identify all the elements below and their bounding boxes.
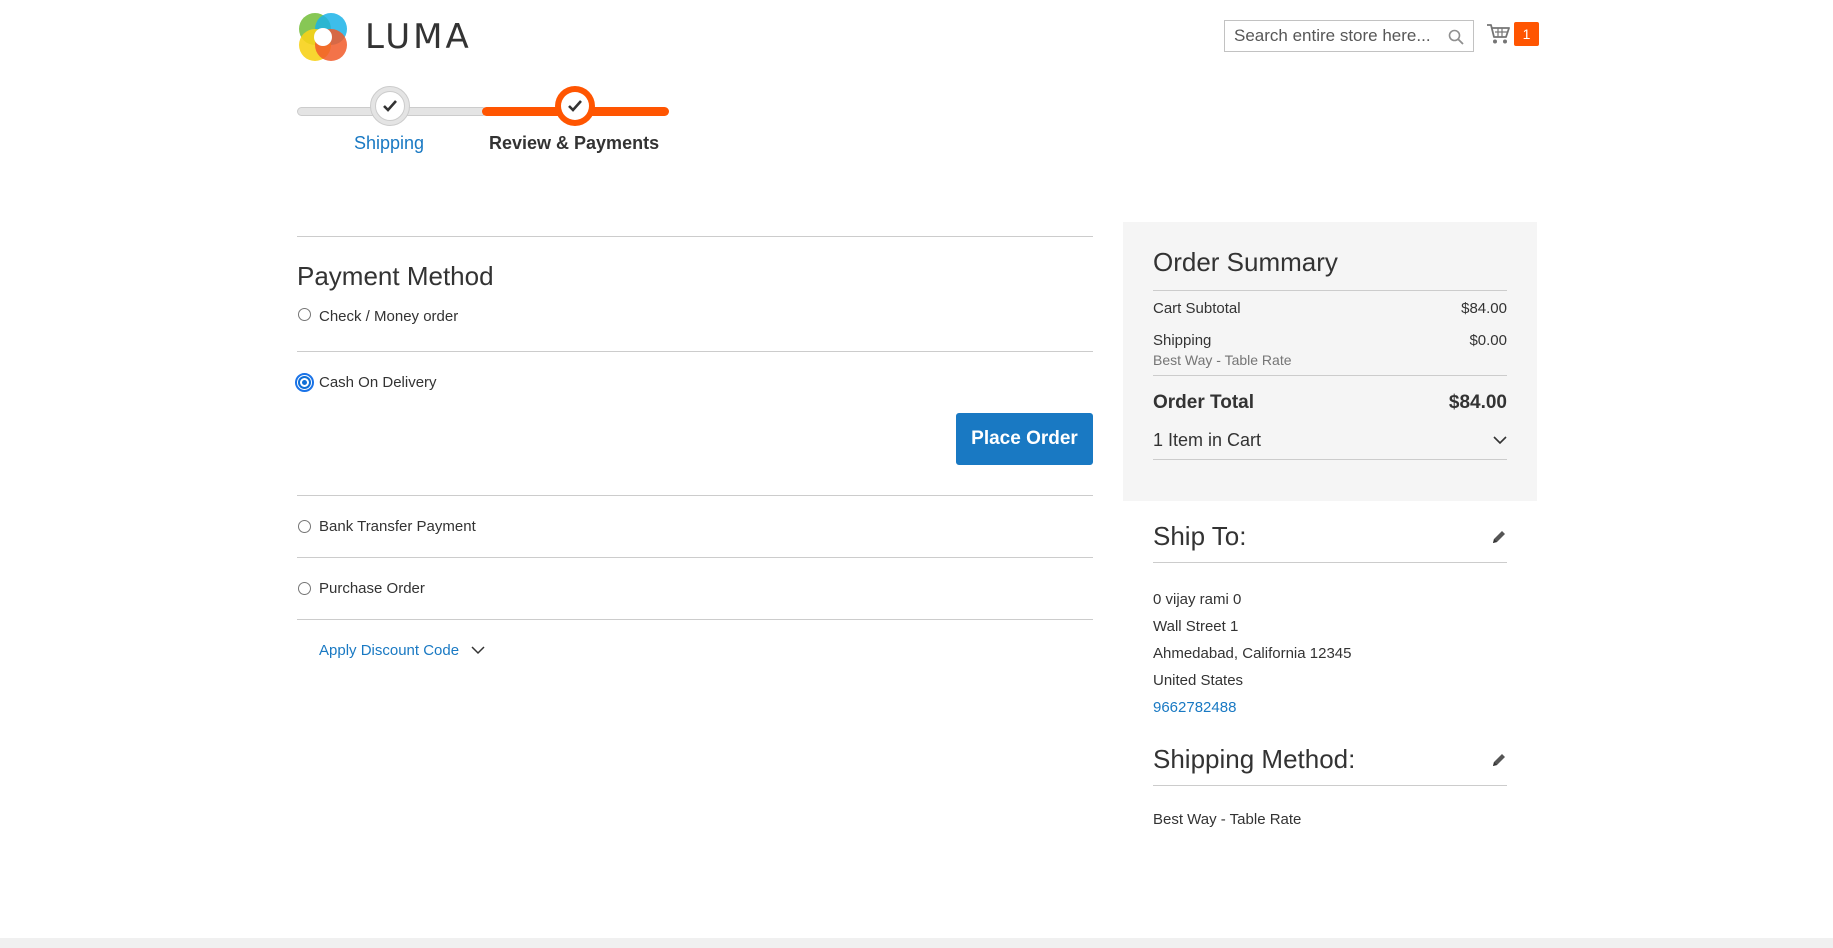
checkmark-icon [568,100,582,112]
payment-option-banktransfer[interactable]: Bank Transfer Payment [297,496,1093,557]
ship-to-block: Ship To: 0 vijay rami 0 Wall Street 1 Ah… [1153,521,1507,721]
shipping-method-header: Shipping Method: [1153,744,1507,786]
payment-option-cod-block: Cash On Delivery Place Order [295,352,1093,495]
search-input[interactable] [1225,21,1473,51]
address-phone-link[interactable]: 9662782488 [1153,694,1507,721]
radio-purchaseorder[interactable] [298,582,311,595]
radio-cod[interactable] [295,373,314,392]
checkout-progress-bar: Shipping Review & Payments [297,86,669,166]
payment-option-label[interactable]: Purchase Order [319,580,425,597]
step-review-label: Review & Payments [489,133,660,153]
address-country: United States [1153,672,1244,689]
search-icon[interactable] [1448,29,1464,45]
shopping-cart-icon[interactable] [1486,23,1510,45]
order-summary-title: Order Summary [1153,247,1507,291]
luma-logo-icon [297,11,349,63]
payment-option-checkmo[interactable]: Check / Money order [297,308,1093,351]
minicart[interactable]: 1 [1486,22,1539,46]
payment-option-cod[interactable]: Cash On Delivery [295,352,1093,413]
chevron-down-icon[interactable] [471,645,485,655]
store-logo[interactable]: LUMA [297,11,472,63]
order-total-row: Order Total $84.00 [1153,392,1507,414]
pencil-edit-icon[interactable] [1491,529,1507,545]
step-shipping-link[interactable]: Shipping [354,133,424,154]
order-summary: Order Summary Cart Subtotal $84.00 Shipp… [1123,222,1537,501]
payment-option-purchaseorder[interactable]: Purchase Order [297,558,1093,619]
items-in-cart-label[interactable]: 1 Item in Cart [1153,430,1261,451]
footer-strip [0,938,1833,948]
address-street: Wall Street 1 [1153,618,1239,635]
shipping-method-title: Shipping Method: [1153,744,1356,774]
payment-option-label[interactable]: Bank Transfer Payment [319,518,476,535]
payment-option-label[interactable]: Cash On Delivery [319,374,437,391]
radio-checkmo[interactable] [298,308,311,321]
cart-subtotal-row: Cart Subtotal $84.00 [1153,300,1507,317]
address-name: 0 vijay rami 0 [1153,591,1242,608]
place-order-button[interactable]: Place Order [956,413,1093,465]
discount-toggle[interactable]: Apply Discount Code [319,620,1093,680]
divider [297,236,1093,237]
shipping-method-block: Shipping Method: Best Way - Table Rate [1153,744,1507,828]
step-review-marker [555,86,595,126]
search-box[interactable] [1224,20,1474,52]
radio-banktransfer[interactable] [298,520,311,533]
subtotal-label: Cart Subtotal [1153,300,1241,317]
logo-text: LUMA [365,17,472,57]
payment-option-label[interactable]: Check / Money order [319,308,458,325]
pencil-edit-icon[interactable] [1491,752,1507,768]
checkmark-icon [383,100,397,112]
ship-to-header: Ship To: [1153,521,1507,563]
shipping-method-note: Best Way - Table Rate [1153,352,1507,376]
shipping-value: $0.00 [1469,332,1507,349]
order-total-label: Order Total [1153,392,1254,413]
cart-count-badge[interactable]: 1 [1514,22,1539,46]
payment-method-title: Payment Method [297,261,494,291]
items-in-cart-toggle[interactable]: 1 Item in Cart [1153,430,1507,460]
payment-method-section: Payment Method Check / Money order Cash … [295,236,1093,680]
order-total-value: $84.00 [1448,392,1507,413]
shipping-address: 0 vijay rami 0 Wall Street 1 Ahmedabad, … [1153,586,1507,721]
shipping-label: Shipping [1153,332,1212,349]
shipping-row: Shipping $0.00 [1153,332,1507,349]
step-shipping-marker[interactable] [370,86,410,126]
chevron-down-icon[interactable] [1493,436,1507,445]
subtotal-value: $84.00 [1461,300,1507,317]
address-city: Ahmedabad, California 12345 [1153,645,1352,662]
ship-to-title: Ship To: [1153,521,1247,551]
apply-discount-link[interactable]: Apply Discount Code [319,642,459,659]
shipping-method-value: Best Way - Table Rate [1153,811,1302,828]
